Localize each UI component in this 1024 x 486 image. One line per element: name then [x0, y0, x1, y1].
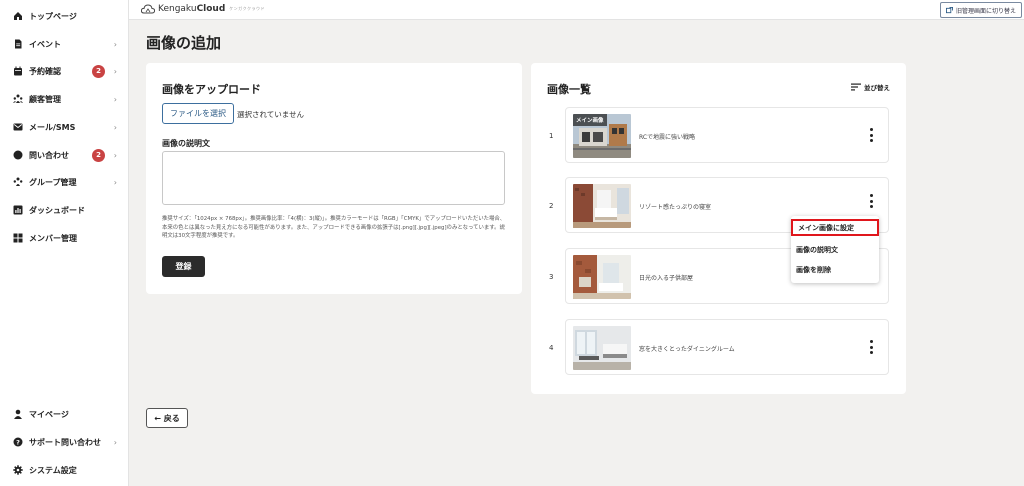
logo-subtitle: ケンガククラウド: [229, 6, 266, 11]
choose-file-button[interactable]: ファイルを選択: [162, 103, 234, 124]
grid-icon: [13, 233, 23, 243]
sidebar-item-label: 予約確認: [29, 66, 61, 76]
upload-notice: 推奨サイズ：「1024px × 768px」。推奨画像比率：「4(横)：3(縦)…: [162, 216, 506, 239]
sidebar-item-label: ダッシュボード: [29, 205, 85, 215]
image-thumbnail: [573, 255, 631, 299]
sort-label: 並び替え: [864, 84, 890, 92]
sidebar-item-2[interactable]: 予約確認 2 ›: [0, 61, 129, 81]
image-list-heading: 画像一覧: [547, 83, 591, 96]
notification-badge: 2: [92, 64, 105, 78]
document-icon: [13, 39, 23, 49]
logo-text-regular: Kengaku: [158, 4, 197, 14]
description-label: 画像の説明文: [162, 139, 210, 148]
description-textarea[interactable]: [162, 151, 505, 205]
chevron-right-icon: ›: [113, 94, 117, 104]
sidebar-item-bottom-1[interactable]: ? サポート問い合わせ ›: [0, 432, 129, 452]
image-caption: リゾート感たっぷりの寝室: [639, 204, 712, 211]
sidebar-item-bottom-0[interactable]: マイページ: [0, 404, 129, 424]
row-number: 3: [549, 273, 554, 281]
app-logo[interactable]: Kengaku Cloud ケンガククラウド: [141, 4, 265, 14]
chevron-right-icon: ›: [113, 177, 117, 187]
row-number: 2: [549, 202, 554, 210]
row-number: 4: [549, 344, 554, 352]
sidebar-item-label: 問い合わせ: [29, 150, 69, 160]
sidebar-item-8[interactable]: メンバー管理: [0, 228, 129, 248]
logo-text-bold: Cloud: [196, 4, 226, 14]
sidebar-item-7[interactable]: ダッシュボード: [0, 200, 129, 220]
sidebar-item-label: メンバー管理: [29, 233, 77, 243]
chevron-right-icon: ›: [113, 150, 117, 160]
chevron-right-icon: ›: [113, 437, 117, 447]
mail-icon: [13, 122, 23, 132]
image-thumbnail: [573, 326, 631, 370]
calendar-icon: [13, 66, 23, 76]
image-thumbnail: [573, 184, 631, 228]
more-options-icon[interactable]: [868, 194, 874, 208]
image-list-row[interactable]: メイン画像 RCで地震に強い戦略: [565, 107, 889, 163]
sidebar-item-label: サポート問い合わせ: [29, 437, 101, 447]
image-caption: 窓を大きくとったダイニングルーム: [639, 346, 735, 353]
chevron-right-icon: ›: [113, 122, 117, 132]
switch-legacy-admin-button[interactable]: 旧管理画面に切り替え: [939, 2, 1022, 18]
sort-icon: [851, 83, 861, 91]
image-thumbnail: メイン画像: [573, 114, 631, 158]
sidebar-item-label: システム設定: [29, 465, 77, 475]
sidebar-item-4[interactable]: メール/SMS ›: [0, 117, 129, 137]
person-icon: [13, 409, 23, 419]
row-number: 1: [549, 132, 554, 140]
sidebar-item-1[interactable]: イベント ›: [0, 34, 129, 54]
sidebar-item-bottom-2[interactable]: システム設定: [0, 460, 129, 480]
chevron-right-icon: ›: [113, 39, 117, 49]
group-icon: [13, 177, 23, 187]
sidebar-item-0[interactable]: トップページ: [0, 6, 129, 26]
switch-icon: [945, 6, 953, 13]
image-context-menu: メイン画像に設定 画像の説明文 画像を削除: [791, 216, 879, 283]
top-bar: Kengaku Cloud ケンガククラウド 旧管理画面に切り替え: [129, 0, 1024, 20]
sidebar-item-label: 顧客管理: [29, 94, 61, 104]
svg-text:?: ?: [16, 438, 20, 446]
chart-icon: [13, 205, 23, 215]
delete-image-menu-item[interactable]: 画像を削除: [791, 261, 879, 278]
image-caption: 日光の入る子供部屋: [639, 275, 694, 282]
sidebar-item-label: マイページ: [29, 409, 69, 419]
sidebar-item-label: イベント: [29, 39, 61, 49]
chevron-right-icon: ›: [113, 66, 117, 76]
sort-button[interactable]: 並び替え: [851, 82, 890, 92]
image-list-row[interactable]: 窓を大きくとったダイニングルーム: [565, 319, 889, 375]
sidebar-item-6[interactable]: グループ管理 ›: [0, 172, 129, 192]
switch-legacy-label: 旧管理画面に切り替え: [955, 7, 1016, 15]
gear-icon: [13, 465, 23, 475]
sidebar: トップページ イベント › 予約確認 2 › 顧客管理 › メール/SMS › 問い合わせ 2 › グルー…: [0, 0, 129, 486]
set-main-image-menu-item[interactable]: メイン画像に設定: [791, 219, 879, 236]
sidebar-item-3[interactable]: 顧客管理 ›: [0, 89, 129, 109]
sidebar-item-label: メール/SMS: [29, 122, 76, 132]
sidebar-item-label: トップページ: [29, 11, 77, 21]
image-description-menu-item[interactable]: 画像の説明文: [791, 241, 879, 258]
chat-icon: [13, 150, 23, 160]
more-options-icon[interactable]: [868, 340, 874, 354]
sidebar-item-5[interactable]: 問い合わせ 2 ›: [0, 145, 129, 165]
upload-heading: 画像をアップロード: [162, 83, 261, 96]
more-options-icon[interactable]: [868, 128, 874, 142]
home-icon: [13, 11, 23, 21]
upload-card: 画像をアップロード ファイルを選択 選択されていません 画像の説明文 推奨サイズ…: [146, 63, 522, 294]
people-icon: [13, 94, 23, 104]
back-button[interactable]: ← 戻る: [146, 408, 188, 428]
main-image-tag: メイン画像: [573, 114, 607, 126]
cloud-logo-icon: [141, 4, 155, 14]
image-caption: RCで地震に強い戦略: [639, 134, 696, 141]
register-button[interactable]: 登録: [162, 256, 205, 277]
page-title: 画像の追加: [146, 34, 222, 52]
file-status-text: 選択されていません: [237, 110, 305, 119]
notification-badge: 2: [92, 148, 105, 162]
help-icon: ?: [13, 437, 23, 447]
sidebar-item-label: グループ管理: [29, 177, 77, 187]
